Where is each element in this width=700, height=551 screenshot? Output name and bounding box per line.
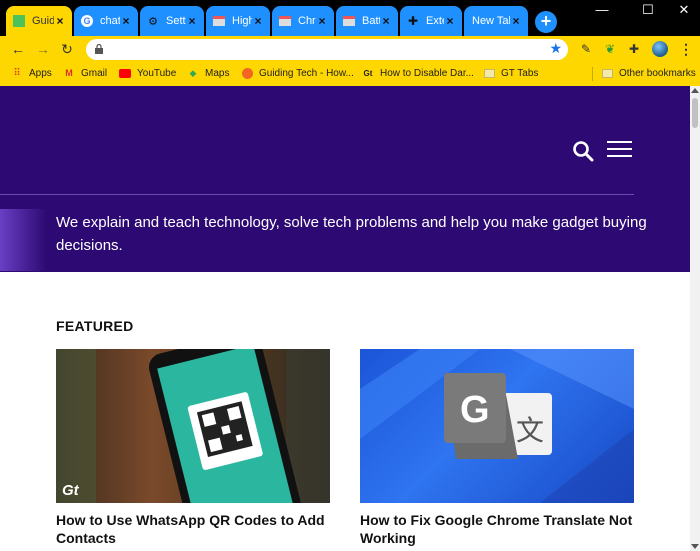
bookmark-folder-other[interactable]: Other bookmarks	[601, 67, 696, 79]
tab-title: Battery	[362, 15, 380, 27]
gmail-icon: M	[65, 68, 73, 78]
bookmark-youtube[interactable]: YouTube	[119, 67, 176, 79]
header-divider	[0, 194, 634, 195]
tab-title: Guiding Tech	[32, 15, 54, 27]
bookmark-guiding-tech[interactable]: Guiding Tech - How...	[241, 67, 354, 79]
bookmark-folder-gt-tabs[interactable]: GT Tabs	[483, 67, 538, 79]
tab-title: Extensions	[426, 15, 444, 27]
tab-title: Chrome	[298, 15, 316, 27]
tab-google-search[interactable]: G chatgpt ×	[74, 6, 138, 36]
page-icon	[278, 14, 292, 28]
tab-strip: Guiding Tech × G chatgpt × ⚙ Settings × …	[0, 0, 700, 36]
youtube-icon	[119, 67, 131, 79]
article-thumbnail[interactable]: Gt	[56, 349, 330, 503]
scroll-up-arrow-icon[interactable]	[691, 88, 699, 93]
scroll-thumb[interactable]	[692, 98, 698, 128]
forward-arrow-icon[interactable]: →	[33, 39, 53, 59]
page-icon	[342, 14, 356, 28]
close-icon[interactable]: ×	[120, 14, 132, 28]
search-icon[interactable]	[572, 140, 594, 162]
puzzle-icon: ✚	[407, 14, 419, 28]
back-arrow-icon[interactable]: ←	[8, 39, 28, 59]
tab-extensions[interactable]: ✚ Extensions ×	[400, 6, 462, 36]
bookmark-gmail[interactable]: M Gmail	[63, 67, 107, 79]
section-title: FEATURED	[56, 318, 134, 334]
gt-watermark: Gt	[62, 482, 79, 499]
scroll-down-arrow-icon[interactable]	[691, 544, 699, 549]
green-square-icon	[12, 14, 26, 28]
close-icon[interactable]: ×	[510, 14, 522, 28]
bookmark-star-icon[interactable]: ★	[549, 40, 562, 57]
decorative-accent	[0, 209, 46, 271]
browser-toolbar: ← → ↻ ★ ✎ ❦ ✚ ⋮	[0, 36, 700, 63]
lock-icon	[95, 44, 103, 54]
bookmarks-divider	[592, 67, 593, 81]
folder-icon	[601, 67, 613, 79]
new-tab-button[interactable]: +	[535, 11, 557, 33]
tab-new-tab[interactable]: New Tab ×	[464, 6, 528, 36]
folder-icon	[483, 67, 495, 79]
close-icon[interactable]: ×	[186, 14, 198, 28]
close-icon[interactable]: ×	[444, 14, 456, 28]
google-translate-illustration: 文	[360, 349, 634, 503]
site-header: We explain and teach technology, solve t…	[0, 86, 690, 272]
bookmarks-bar: ⠿ Apps M Gmail YouTube ◆ Maps Guiding Te…	[0, 63, 700, 86]
tab-title: New Tab	[472, 15, 510, 27]
tab-title: chatgpt	[100, 15, 120, 27]
close-icon[interactable]: ×	[316, 14, 328, 28]
gear-icon: ⚙	[148, 15, 158, 28]
svg-text:文: 文	[516, 414, 544, 447]
google-g-logo: G	[460, 389, 490, 431]
close-icon[interactable]: ×	[54, 14, 66, 28]
tab-guiding-tech[interactable]: Guiding Tech ×	[6, 6, 72, 36]
maps-icon: ◆	[189, 67, 197, 78]
article-thumbnail[interactable]: 文 G	[360, 349, 634, 503]
minimize-button[interactable]: —	[582, 2, 622, 17]
profile-avatar-icon[interactable]	[650, 39, 670, 59]
page-icon	[212, 14, 226, 28]
extension-leaf-icon[interactable]: ❦	[600, 39, 620, 59]
article-title-link[interactable]: How to Fix Google Chrome Translate Not W…	[360, 511, 636, 547]
phone-qr-illustration	[56, 349, 330, 503]
extensions-puzzle-icon[interactable]: ✚	[624, 39, 644, 59]
tab-chrome[interactable]: Chrome ×	[272, 6, 334, 36]
close-icon[interactable]: ×	[380, 14, 392, 28]
gt-logo-icon: Gt	[363, 68, 373, 78]
maximize-button[interactable]: ☐	[628, 2, 668, 18]
tab-battery[interactable]: Battery ×	[336, 6, 398, 36]
tab-high[interactable]: High ×	[206, 6, 270, 36]
orange-circle-icon	[241, 67, 253, 79]
hamburger-menu-icon[interactable]	[607, 141, 632, 159]
vertical-scrollbar[interactable]	[690, 86, 700, 551]
extension-icon[interactable]: ✎	[576, 39, 596, 59]
bookmark-apps[interactable]: ⠿ Apps	[11, 67, 51, 79]
bookmark-disable-dark[interactable]: Gt How to Disable Dar...	[362, 67, 474, 79]
site-tagline: We explain and teach technology, solve t…	[56, 214, 647, 254]
google-icon: G	[80, 14, 94, 28]
reload-icon[interactable]: ↻	[57, 39, 77, 59]
tab-title: High	[232, 15, 252, 27]
tab-title: Settings	[166, 15, 186, 27]
bookmark-maps[interactable]: ◆ Maps	[187, 67, 230, 79]
page-viewport: We explain and teach technology, solve t…	[0, 86, 700, 551]
menu-kebab-icon[interactable]: ⋮	[676, 39, 696, 59]
address-bar[interactable]: ★	[86, 39, 568, 60]
close-icon[interactable]: ×	[252, 14, 264, 28]
article-title-link[interactable]: How to Use WhatsApp QR Codes to Add Cont…	[56, 511, 332, 547]
apps-grid-icon: ⠿	[13, 67, 21, 79]
tab-settings[interactable]: ⚙ Settings ×	[140, 6, 204, 36]
close-window-button[interactable]: ✕	[664, 2, 700, 18]
